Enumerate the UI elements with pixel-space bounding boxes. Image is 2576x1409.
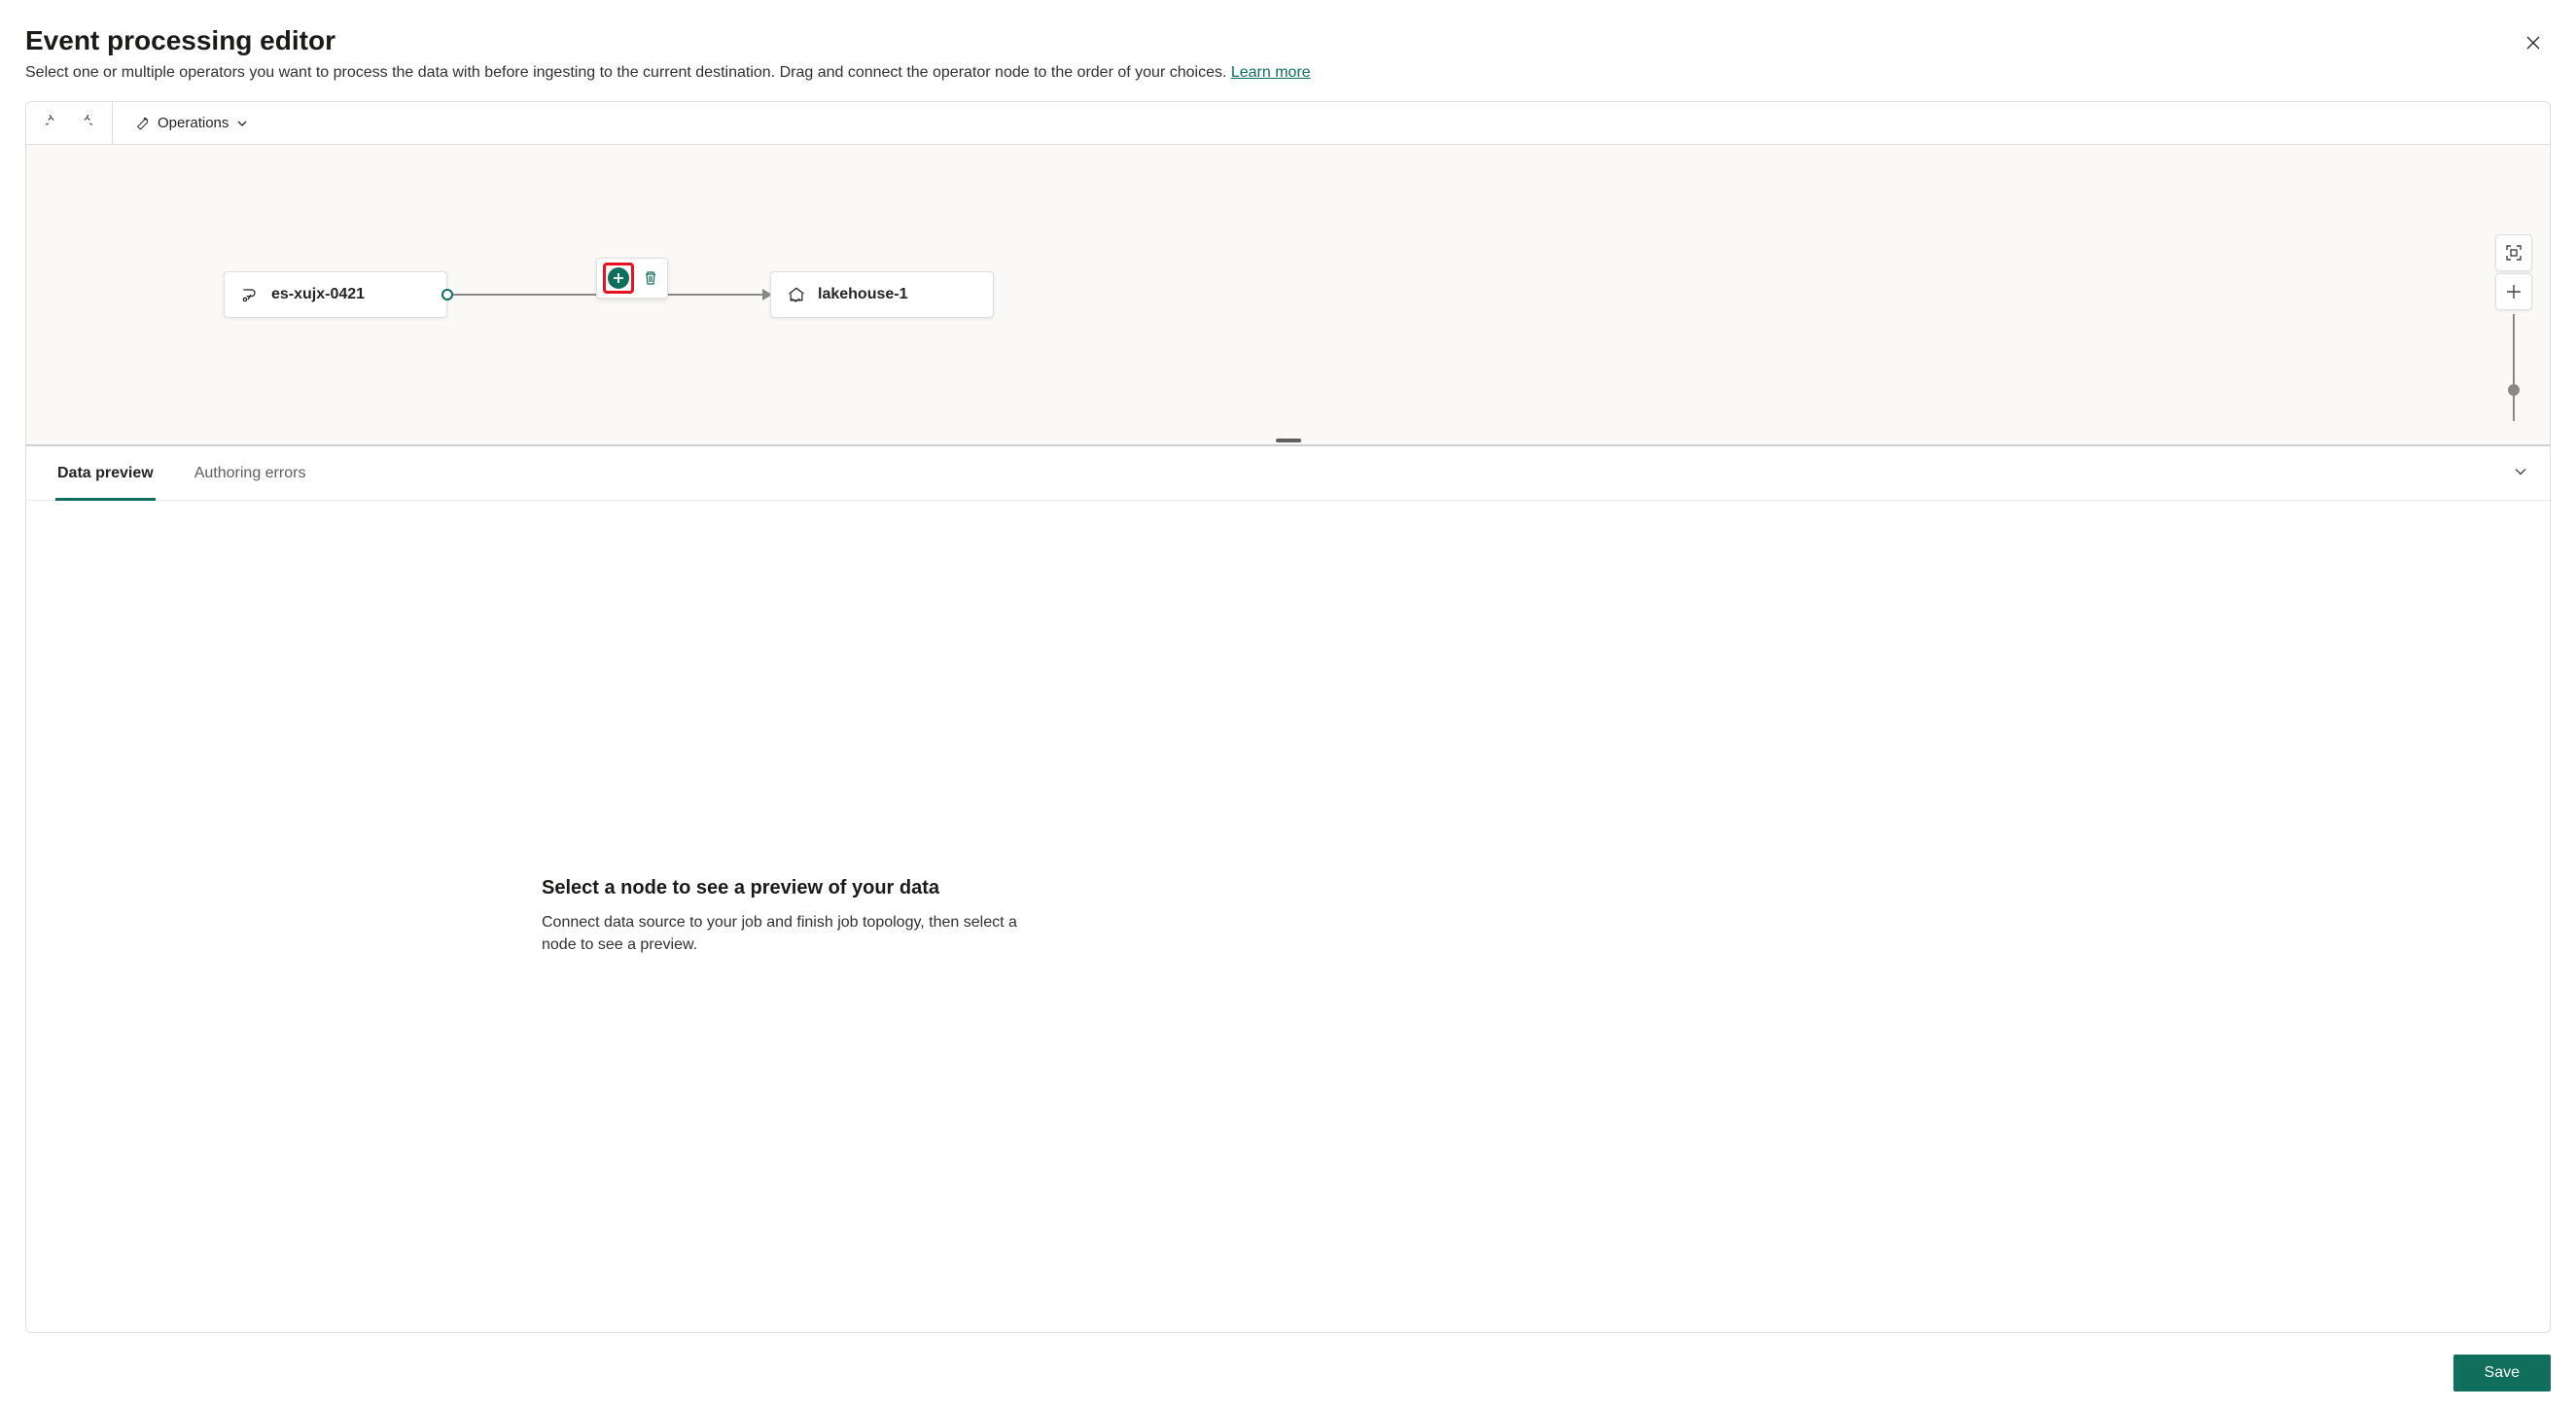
collapse-preview-button[interactable] xyxy=(2513,463,2528,483)
tab-data-preview[interactable]: Data preview xyxy=(55,446,156,500)
undo-icon xyxy=(46,115,63,132)
save-button[interactable]: Save xyxy=(2453,1355,2551,1391)
redo-icon xyxy=(75,115,92,132)
fit-to-screen-button[interactable] xyxy=(2495,234,2532,271)
canvas-zoom-controls xyxy=(2495,234,2532,421)
edge-action-popover xyxy=(596,258,668,299)
page-title: Event processing editor xyxy=(25,25,2551,56)
zoom-slider-thumb[interactable] xyxy=(2508,384,2520,396)
fit-icon xyxy=(2504,243,2523,263)
preview-empty-desc: Connect data source to your job and fini… xyxy=(542,911,1047,956)
add-operator-highlight xyxy=(603,263,634,294)
learn-more-link[interactable]: Learn more xyxy=(1231,64,1311,81)
zoom-in-button[interactable] xyxy=(2495,273,2532,310)
wrench-icon xyxy=(134,116,150,131)
lakehouse-icon xyxy=(787,285,806,304)
operations-group: Operations xyxy=(113,102,269,144)
eventstream-icon xyxy=(240,285,260,304)
zoom-slider[interactable] xyxy=(2513,314,2515,421)
tab-authoring-errors[interactable]: Authoring errors xyxy=(193,446,308,500)
event-processing-editor: Event processing editor Select one or mu… xyxy=(0,0,2576,1409)
editor-main-area: Operations es-xujx-0421 lakehouse-1 xyxy=(25,101,2551,1333)
dialog-footer: Save xyxy=(25,1333,2551,1391)
flow-canvas[interactable]: es-xujx-0421 lakehouse-1 xyxy=(26,145,2550,446)
add-operator-button[interactable] xyxy=(608,267,629,289)
node-output-port[interactable] xyxy=(441,289,453,300)
subtitle-text: Select one or multiple operators you wan… xyxy=(25,64,1231,81)
delete-edge-button[interactable] xyxy=(640,267,661,289)
plus-icon xyxy=(613,272,624,284)
destination-node-label: lakehouse-1 xyxy=(818,286,907,303)
chevron-down-icon xyxy=(2513,463,2528,478)
close-button[interactable] xyxy=(2518,27,2549,58)
trash-icon xyxy=(643,270,658,286)
history-group xyxy=(26,102,112,144)
plus-icon xyxy=(2505,283,2523,300)
panel-resize-handle[interactable] xyxy=(1276,439,1301,442)
editor-toolbar: Operations xyxy=(26,102,2550,145)
undo-button[interactable] xyxy=(40,109,69,138)
source-node-label: es-xujx-0421 xyxy=(271,286,365,303)
preview-empty-state: Select a node to see a preview of your d… xyxy=(542,877,1047,956)
preview-empty-title: Select a node to see a preview of your d… xyxy=(542,877,1047,899)
preview-tabs: Data preview Authoring errors xyxy=(26,446,2550,501)
preview-panel: Select a node to see a preview of your d… xyxy=(26,501,2550,1332)
chevron-down-icon xyxy=(236,118,248,129)
source-node[interactable]: es-xujx-0421 xyxy=(224,271,447,318)
close-icon xyxy=(2525,35,2541,51)
page-subtitle: Select one or multiple operators you wan… xyxy=(25,64,2551,82)
dialog-header: Event processing editor Select one or mu… xyxy=(25,25,2551,82)
operations-label: Operations xyxy=(158,115,229,131)
operations-dropdown[interactable]: Operations xyxy=(126,109,256,138)
redo-button[interactable] xyxy=(69,109,98,138)
destination-node[interactable]: lakehouse-1 xyxy=(770,271,994,318)
